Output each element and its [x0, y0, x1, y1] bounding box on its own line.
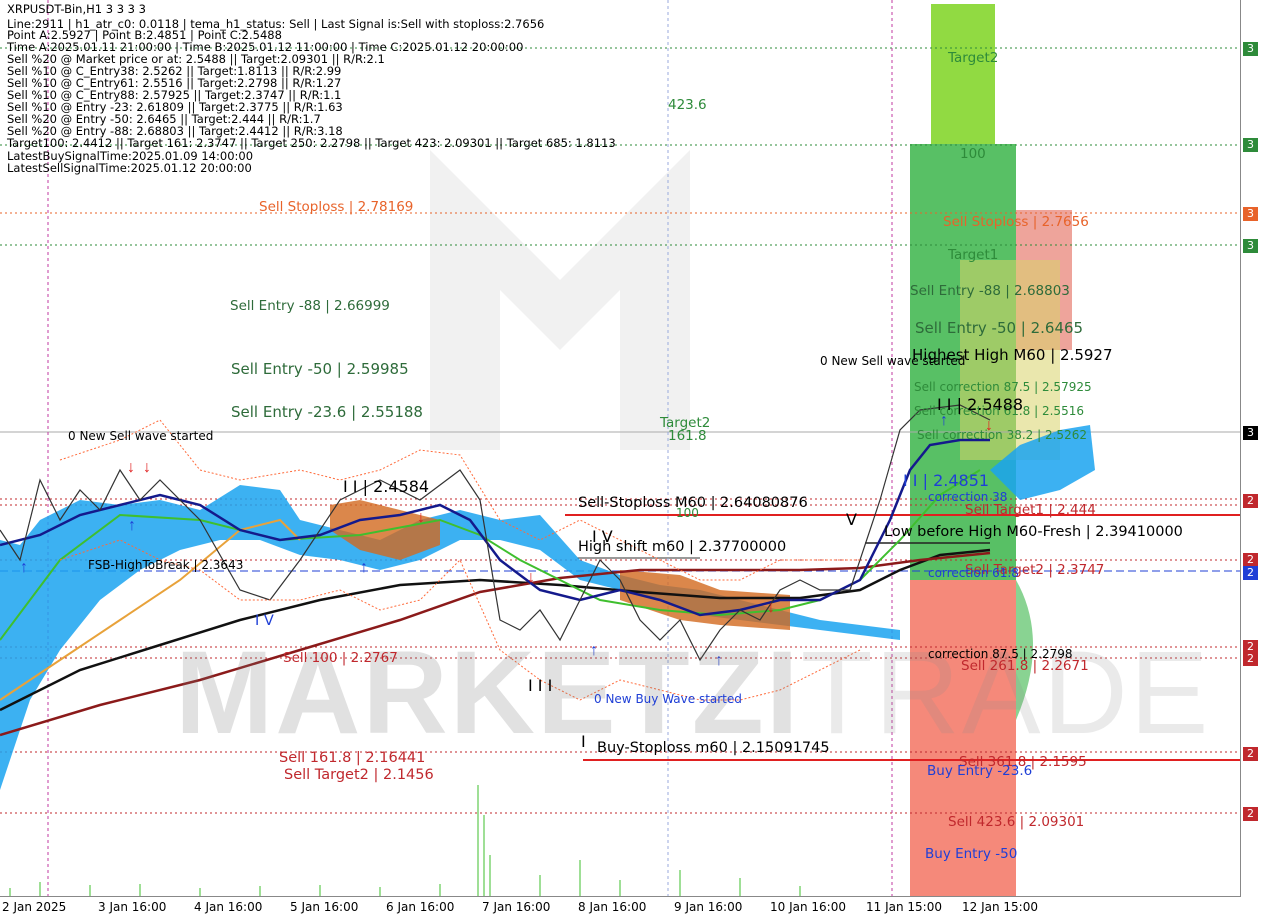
label-correction-61: correction 61.8 — [928, 566, 1019, 580]
label-point-b: I I | 2.4851 — [903, 471, 990, 490]
time-tick: 12 Jan 15:00 — [962, 900, 1038, 914]
label-new-sell-wave-left: 0 New Sell wave started — [68, 429, 214, 443]
label-wave-iii: I I I — [528, 676, 553, 695]
price-tag: 2 — [1243, 807, 1258, 821]
price-tag: 3 — [1243, 138, 1258, 152]
buy-arrow-1: ↑ — [20, 559, 28, 576]
label-low-before-high: Low before High M60-Fresh | 2.39410000 — [884, 524, 1183, 540]
label-sell-entry-88-right: Sell Entry -88 | 2.68803 — [910, 283, 1070, 299]
label-sell-1618: Sell 161.8 | 2.16441 — [279, 750, 426, 766]
label-sell-entry-50-right: Sell Entry -50 | 2.6465 — [915, 319, 1084, 337]
label-sell-4236: Sell 423.6 | 2.09301 — [948, 814, 1085, 830]
label-sell-entry-50: Sell Entry -50 | 2.59985 — [231, 360, 409, 378]
time-tick: 10 Jan 16:00 — [770, 900, 846, 914]
time-tick: 6 Jan 16:00 — [386, 900, 455, 914]
symbol-line: XRPUSDT-Bin,H1 3 3 3 3 — [7, 2, 146, 16]
price-tag: 3 — [1243, 239, 1258, 253]
buy-arrow-3: ↑ — [360, 559, 368, 576]
price-tag: 2 — [1243, 494, 1258, 508]
info-line-12: LatestSellSignalTime:2025.01.12 20:00:00 — [7, 161, 252, 175]
label-buy-entry-23: Buy Entry -23.6 — [927, 763, 1033, 779]
label-sell-stoploss-right: Sell Stoploss | 2.7656 — [943, 214, 1089, 230]
sell-arrow-4: ↓ — [527, 569, 535, 586]
label-high-shift: High shift m60 | 2.37700000 — [578, 539, 787, 555]
info-line-10: Target100: 2.4412 || Target 161: 2.3747 … — [7, 136, 616, 150]
time-tick: 2 Jan 2025 — [2, 900, 67, 914]
logo-shape — [430, 150, 690, 450]
sell-arrow-5: ↓ — [767, 599, 775, 616]
label-wave-i: I — [581, 732, 586, 751]
price-tag: 3 — [1243, 426, 1258, 440]
label-target1-right: Target1 — [948, 247, 999, 263]
label-fib-423: 423.6 — [668, 97, 707, 113]
label-fib-1618-mid: 161.8 — [668, 428, 707, 444]
price-tag: 2 — [1243, 553, 1258, 567]
label-fsb: FSB-HighToBreak | 2.3643 — [88, 558, 244, 572]
chart-area[interactable]: ↓ ↓ ↓ ↓ ↓ ↓ ↑ ↑ ↑ ↑ ↑ ↑ MARKETZITRADE XR… — [0, 0, 1241, 897]
label-wave-v: V — [846, 510, 857, 529]
sell-arrow-3: ↓ — [417, 509, 425, 526]
time-tick: 7 Jan 16:00 — [482, 900, 551, 914]
sell-arrow-1: ↓ — [127, 459, 135, 476]
label-sell-100: Sell 100 | 2.2767 — [283, 650, 398, 666]
price-tag: 3 — [1243, 42, 1258, 56]
label-fib-100-right: 100 — [960, 146, 986, 162]
time-tick: 8 Jan 16:00 — [578, 900, 647, 914]
label-sell-entry-88: Sell Entry -88 | 2.66999 — [230, 298, 390, 314]
price-tag: 2 — [1243, 566, 1258, 580]
time-tick: 4 Jan 16:00 — [194, 900, 263, 914]
time-tick: 11 Jan 15:00 — [866, 900, 942, 914]
label-point-c: I I | 2.5488 — [937, 395, 1024, 414]
label-sell-target1-right: Sell Target1 | 2.444 — [965, 502, 1096, 518]
label-new-buy-wave: 0 New Buy Wave started — [594, 692, 742, 706]
label-sell-target2: Sell Target2 | 2.1456 — [284, 767, 434, 783]
label-sell-corr-382: Sell correction 38.2 | 2.5262 — [917, 428, 1087, 442]
orange-cloud-2 — [620, 570, 790, 630]
label-sell-stoploss-m60: Sell-Stoploss M60 | 2.64080876 — [578, 495, 808, 511]
label-sell-2618: Sell 261.8 | 2.2671 — [961, 658, 1089, 674]
time-tick: 9 Jan 16:00 — [674, 900, 743, 914]
volume-bars — [9, 785, 801, 896]
label-sell-stoploss: Sell Stoploss | 2.78169 — [259, 199, 414, 215]
label-wave-ii: I I | 2.4584 — [343, 477, 430, 496]
price-tag: 2 — [1243, 747, 1258, 761]
sell-arrow-2: ↓ — [143, 459, 151, 476]
label-new-sell-wave-right: 0 New Sell wave started — [820, 354, 966, 368]
label-sell-entry-23: Sell Entry -23.6 | 2.55188 — [231, 403, 423, 421]
label-sell-corr-875: Sell correction 87.5 | 2.57925 — [914, 380, 1092, 394]
label-wave-iv-left: I V — [255, 613, 274, 629]
price-tag: 3 — [1243, 207, 1258, 221]
time-tick: 5 Jan 16:00 — [290, 900, 359, 914]
price-tag: 2 — [1243, 652, 1258, 666]
time-tick: 3 Jan 16:00 — [98, 900, 167, 914]
zone-green-top — [931, 4, 995, 144]
label-target2-right: Target2 — [948, 50, 999, 66]
label-buy-entry-50: Buy Entry -50 — [925, 846, 1018, 862]
label-buy-stoploss-m60: Buy-Stoploss m60 | 2.15091745 — [597, 740, 830, 756]
buy-arrow-2: ↑ — [128, 517, 136, 534]
